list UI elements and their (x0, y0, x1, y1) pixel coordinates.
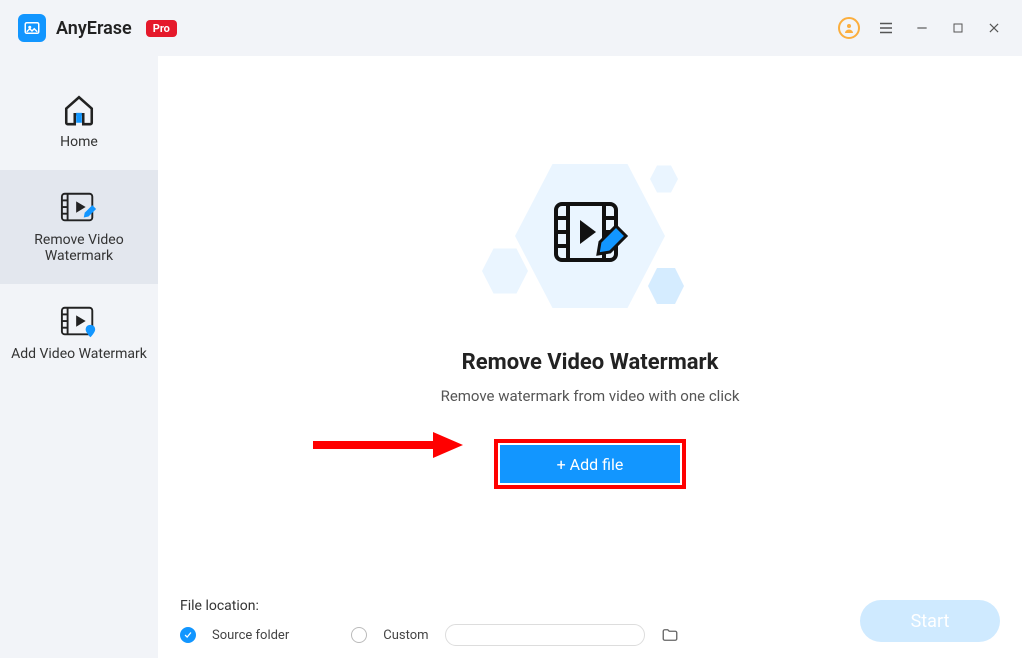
start-button[interactable]: Start (860, 600, 1000, 642)
custom-folder-label: Custom (383, 628, 428, 643)
hero-graphic (440, 146, 740, 336)
main-panel: Remove Video Watermark Remove watermark … (158, 56, 1022, 658)
sidebar: Home Remove Video Watermark (0, 56, 158, 658)
add-file-button[interactable]: + Add file (500, 445, 680, 483)
app-brand: AnyErase Pro (18, 14, 177, 42)
title-bar: AnyErase Pro (0, 0, 1022, 56)
source-folder-radio[interactable] (180, 627, 196, 643)
add-file-highlight: + Add file (494, 439, 686, 489)
sidebar-item-remove-video-watermark[interactable]: Remove Video Watermark (0, 170, 158, 284)
maximize-icon[interactable] (948, 18, 968, 38)
sidebar-item-label: Add Video Watermark (10, 346, 148, 362)
close-icon[interactable] (984, 18, 1004, 38)
browse-folder-icon[interactable] (661, 626, 679, 644)
source-folder-label: Source folder (212, 628, 289, 643)
user-account-icon[interactable] (838, 17, 860, 39)
custom-folder-radio[interactable] (351, 627, 367, 643)
sidebar-item-label: Home (10, 134, 148, 150)
home-icon (10, 92, 148, 128)
app-name: AnyErase (56, 18, 132, 39)
sidebar-item-home[interactable]: Home (0, 72, 158, 170)
annotation-arrow-icon (308, 430, 468, 464)
hero-title: Remove Video Watermark (462, 350, 719, 375)
remove-video-watermark-icon (10, 190, 148, 226)
bottom-bar: File location: Source folder Custom Star… (180, 598, 1000, 646)
pro-badge: Pro (146, 20, 177, 37)
minimize-icon[interactable] (912, 18, 932, 38)
custom-path-input[interactable] (445, 624, 645, 646)
hero-subtitle: Remove watermark from video with one cli… (441, 387, 740, 405)
add-video-watermark-icon (10, 304, 148, 340)
window-controls (838, 17, 1004, 39)
menu-icon[interactable] (876, 18, 896, 38)
video-eraser-icon (550, 196, 630, 280)
sidebar-item-add-video-watermark[interactable]: Add Video Watermark (0, 284, 158, 382)
app-logo-icon (18, 14, 46, 42)
sidebar-item-label: Remove Video Watermark (10, 232, 148, 264)
hero-section: Remove Video Watermark Remove watermark … (158, 146, 1022, 489)
